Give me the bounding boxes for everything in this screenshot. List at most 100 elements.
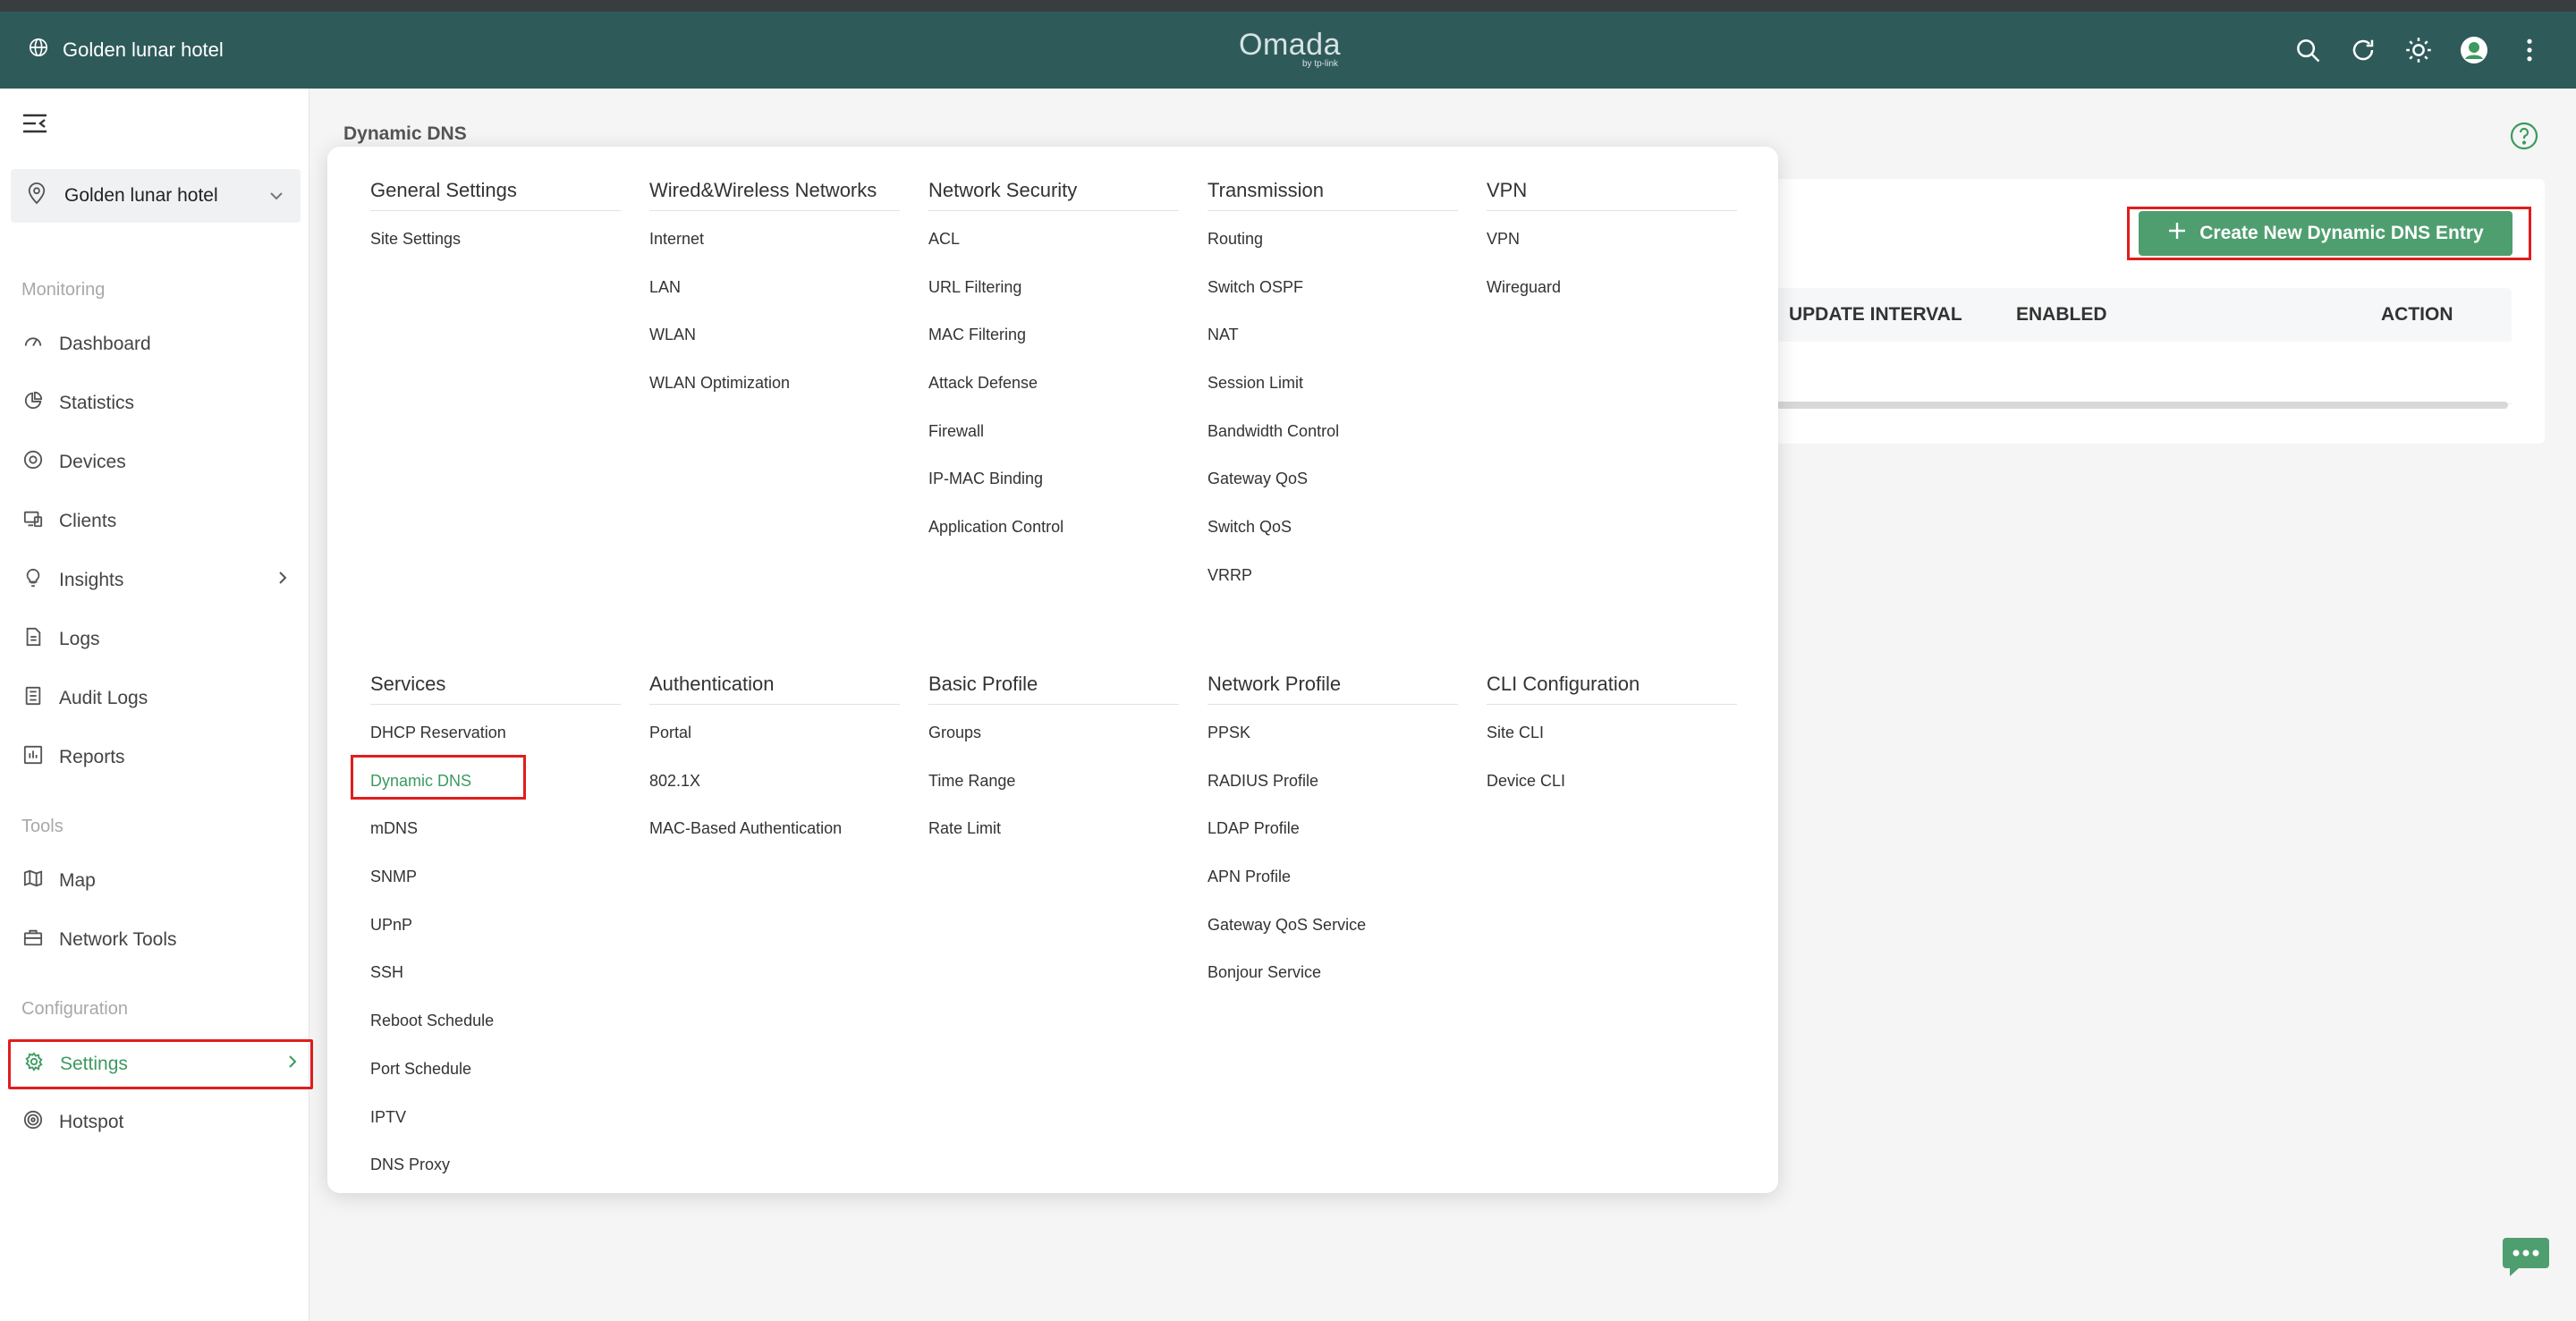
menu-column-network-security: Network Security ACL URL Filtering MAC F…	[928, 177, 1179, 565]
section-label-tools: Tools	[21, 817, 64, 836]
menu-item-mac-based-authentication[interactable]: MAC-Based Authentication	[649, 818, 900, 867]
menu-item-site-cli[interactable]: Site CLI	[1487, 723, 1737, 771]
chat-support-icon[interactable]	[2501, 1234, 2551, 1279]
sidebar-item-clients[interactable]: Clients	[11, 496, 301, 546]
menu-column-authentication: Authentication Portal 802.1X MAC-Based A…	[649, 671, 900, 867]
pie-chart-icon	[23, 391, 43, 416]
search-icon[interactable]	[2293, 36, 2322, 64]
menu-item-ldap-profile[interactable]: LDAP Profile	[1208, 818, 1458, 867]
menu-item-snmp[interactable]: SNMP	[370, 867, 621, 915]
site-selector[interactable]: Golden lunar hotel	[11, 169, 301, 223]
menu-item-reboot-schedule[interactable]: Reboot Schedule	[370, 1011, 621, 1059]
sidebar: Golden lunar hotel Monitoring Dashboard …	[0, 89, 313, 1321]
sidebar-item-settings[interactable]: Settings	[8, 1039, 313, 1089]
menu-item-gateway-qos-service[interactable]: Gateway QoS Service	[1208, 915, 1458, 963]
os-title-strip	[0, 0, 2576, 12]
menu-item-gateway-qos[interactable]: Gateway QoS	[1208, 469, 1458, 517]
refresh-icon[interactable]	[2349, 36, 2377, 64]
menu-column-general-settings: General Settings Site Settings	[370, 177, 621, 277]
menu-item-radius-profile[interactable]: RADIUS Profile	[1208, 771, 1458, 819]
dashboard-icon	[23, 332, 43, 357]
menu-item-internet[interactable]: Internet	[649, 229, 900, 277]
page-title: Dynamic DNS	[343, 123, 467, 144]
column-header-enabled[interactable]: ENABLED	[2016, 288, 2107, 342]
menu-item-wlan[interactable]: WLAN	[649, 325, 900, 373]
menu-item-wlan-optimization[interactable]: WLAN Optimization	[649, 373, 900, 421]
section-label-monitoring: Monitoring	[21, 280, 106, 300]
menu-column-title: Authentication	[649, 671, 900, 705]
sidebar-item-logs[interactable]: Logs	[11, 614, 301, 665]
more-vertical-icon[interactable]	[2515, 36, 2544, 64]
sidebar-item-reports[interactable]: Reports	[11, 732, 301, 783]
menu-column-title: Transmission	[1208, 177, 1458, 211]
menu-item-rate-limit[interactable]: Rate Limit	[928, 818, 1179, 867]
menu-item-vpn[interactable]: VPN	[1487, 229, 1737, 277]
menu-item-portal[interactable]: Portal	[649, 723, 900, 771]
sidebar-item-devices[interactable]: Devices	[11, 437, 301, 487]
list-icon	[23, 686, 43, 711]
sidebar-item-audit-logs[interactable]: Audit Logs	[11, 673, 301, 724]
menu-item-mac-filtering[interactable]: MAC Filtering	[928, 325, 1179, 373]
menu-item-application-control[interactable]: Application Control	[928, 517, 1179, 565]
menu-item-time-range[interactable]: Time Range	[928, 771, 1179, 819]
menu-item-ppsk[interactable]: PPSK	[1208, 723, 1458, 771]
menu-column-basic-profile: Basic Profile Groups Time Range Rate Lim…	[928, 671, 1179, 867]
column-header-update-interval[interactable]: UPDATE INTERVAL	[1789, 288, 1962, 342]
menu-item-switch-ospf[interactable]: Switch OSPF	[1208, 277, 1458, 326]
chevron-right-icon	[277, 570, 288, 591]
menu-item-attack-defense[interactable]: Attack Defense	[928, 373, 1179, 421]
collapse-menu-icon[interactable]	[21, 112, 48, 135]
menu-item-groups[interactable]: Groups	[928, 723, 1179, 771]
menu-item-ssh[interactable]: SSH	[370, 962, 621, 1011]
avatar[interactable]	[2460, 36, 2488, 64]
menu-column-title: General Settings	[370, 177, 621, 211]
menu-column-network-profile: Network Profile PPSK RADIUS Profile LDAP…	[1208, 671, 1458, 1011]
theme-sun-icon[interactable]	[2404, 36, 2433, 64]
menu-item-dns-proxy[interactable]: DNS Proxy	[370, 1155, 621, 1203]
site-indicator[interactable]: Golden lunar hotel	[29, 12, 224, 89]
menu-item-8021x[interactable]: 802.1X	[649, 771, 900, 819]
sidebar-item-map[interactable]: Map	[11, 856, 301, 906]
menu-item-site-settings[interactable]: Site Settings	[370, 229, 621, 277]
menu-item-acl[interactable]: ACL	[928, 229, 1179, 277]
omada-logo: Omada by tp-link	[1239, 28, 1341, 69]
menu-item-routing[interactable]: Routing	[1208, 229, 1458, 277]
sidebar-item-statistics[interactable]: Statistics	[11, 378, 301, 428]
menu-item-ip-mac-binding[interactable]: IP-MAC Binding	[928, 469, 1179, 517]
plus-icon	[2167, 221, 2187, 246]
sidebar-item-network-tools[interactable]: Network Tools	[11, 915, 301, 965]
sidebar-item-dashboard[interactable]: Dashboard	[11, 319, 301, 369]
sidebar-item-insights[interactable]: Insights	[11, 555, 301, 605]
toolbox-icon	[23, 927, 43, 953]
menu-column-title: Services	[370, 671, 621, 705]
document-icon	[23, 627, 43, 652]
menu-item-wireguard[interactable]: Wireguard	[1487, 277, 1737, 326]
menu-item-session-limit[interactable]: Session Limit	[1208, 373, 1458, 421]
menu-item-bandwidth-control[interactable]: Bandwidth Control	[1208, 421, 1458, 470]
menu-item-lan[interactable]: LAN	[649, 277, 900, 326]
settings-mega-menu: General Settings Site Settings Wired&Wir…	[327, 147, 1778, 1193]
menu-item-port-schedule[interactable]: Port Schedule	[370, 1059, 621, 1107]
menu-item-switch-qos[interactable]: Switch QoS	[1208, 517, 1458, 565]
globe-icon	[29, 38, 48, 63]
menu-item-upnp[interactable]: UPnP	[370, 915, 621, 963]
chevron-down-icon	[268, 185, 284, 207]
create-ddns-entry-button[interactable]: Create New Dynamic DNS Entry	[2139, 211, 2512, 256]
menu-item-apn-profile[interactable]: APN Profile	[1208, 867, 1458, 915]
menu-item-bonjour-service[interactable]: Bonjour Service	[1208, 962, 1458, 1011]
sidebar-item-hotspot[interactable]: Hotspot	[11, 1097, 301, 1147]
create-button-label: Create New Dynamic DNS Entry	[2199, 223, 2484, 243]
menu-column-wired-wireless: Wired&Wireless Networks Internet LAN WLA…	[649, 177, 900, 421]
menu-item-url-filtering[interactable]: URL Filtering	[928, 277, 1179, 326]
menu-item-iptv[interactable]: IPTV	[370, 1107, 621, 1156]
site-name: Golden lunar hotel	[63, 38, 224, 61]
menu-item-firewall[interactable]: Firewall	[928, 421, 1179, 470]
menu-item-device-cli[interactable]: Device CLI	[1487, 771, 1737, 819]
menu-item-vrrp[interactable]: VRRP	[1208, 565, 1458, 614]
menu-column-title: Network Profile	[1208, 671, 1458, 705]
menu-item-nat[interactable]: NAT	[1208, 325, 1458, 373]
gear-icon	[24, 1052, 44, 1077]
menu-item-mdns[interactable]: mDNS	[370, 818, 621, 867]
menu-column-title: VPN	[1487, 177, 1737, 211]
help-icon[interactable]	[2510, 122, 2538, 150]
